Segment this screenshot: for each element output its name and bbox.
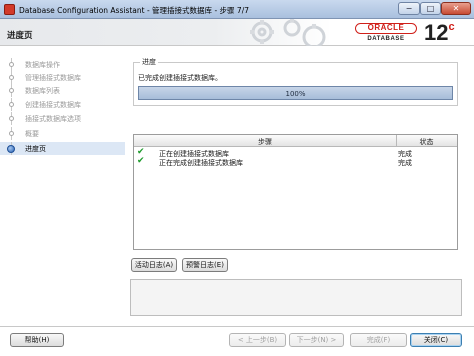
- oracle-database-label: DATABASE: [367, 36, 405, 42]
- page-header: 进度页 ORACLE DATABASE 12c: [0, 19, 474, 46]
- sidebar-item-database-operation[interactable]: 数据库操作: [0, 58, 125, 71]
- close-button[interactable]: 关闭(C): [410, 333, 462, 347]
- table-header: 步骤 状态: [134, 135, 457, 147]
- next-button[interactable]: 下一步(N) >: [289, 333, 344, 347]
- progress-status-text: 已完成创建插接式数据库。: [138, 74, 222, 82]
- sidebar-item-label: 插接式数据库选项: [25, 115, 81, 123]
- footer-divider: [0, 326, 474, 327]
- current-step-icon: [7, 145, 15, 153]
- sidebar-item-label: 进度页: [25, 145, 46, 153]
- details-panel: [130, 279, 462, 316]
- step-cell: 正在完成创建插接式数据库: [159, 159, 243, 167]
- oracle-wordmark: ORACLE: [355, 23, 417, 34]
- step-dot-icon: [9, 62, 14, 67]
- sidebar-item-manage-pdb[interactable]: 管理插接式数据库: [0, 71, 125, 84]
- sidebar-item-progress-page[interactable]: 进度页: [0, 142, 125, 155]
- version-badge: 12c: [424, 20, 455, 46]
- sidebar-item-label: 数据库列表: [25, 87, 60, 95]
- sidebar-item-label: 创建插接式数据库: [25, 101, 81, 109]
- column-header-step[interactable]: 步骤: [134, 137, 396, 147]
- oracle-logo: ORACLE DATABASE: [355, 23, 419, 44]
- sidebar-item-label: 管理插接式数据库: [25, 74, 81, 82]
- app-icon: [4, 4, 15, 15]
- progress-section-title: 进度: [140, 57, 158, 67]
- close-window-button[interactable]: ✕: [441, 2, 471, 15]
- sidebar-item-pdb-options[interactable]: 插接式数据库选项: [0, 112, 125, 125]
- wizard-steps-sidebar: 数据库操作 管理插接式数据库 数据库列表 创建插接式数据库 插接式数据库选项 概…: [0, 47, 125, 323]
- step-dot-icon: [9, 88, 14, 93]
- window-title: Database Configuration Assistant - 管理插接式…: [19, 6, 249, 15]
- help-button[interactable]: 帮助(H): [10, 333, 64, 347]
- sidebar-item-label: 数据库操作: [25, 61, 60, 69]
- steps-table: 步骤 状态 ✔ 正在创建插接式数据库 完成 ✔ 正在完成创建插接式数据库 完成: [133, 134, 458, 250]
- sidebar-item-label: 概要: [25, 130, 39, 138]
- sidebar-item-database-list[interactable]: 数据库列表: [0, 84, 125, 97]
- progress-bar: 100%: [138, 86, 453, 100]
- step-dot-icon: [9, 116, 14, 121]
- check-icon: ✔: [137, 156, 145, 166]
- table-row[interactable]: ✔ 正在创建插接式数据库 完成: [134, 148, 457, 159]
- finish-button[interactable]: 完成(F): [350, 333, 407, 347]
- status-cell: 完成: [398, 159, 412, 167]
- sidebar-item-summary[interactable]: 概要: [0, 127, 125, 140]
- step-dot-icon: [9, 75, 14, 80]
- step-dot-icon: [9, 102, 14, 107]
- column-header-status[interactable]: 状态: [396, 137, 457, 147]
- minimize-button[interactable]: −: [398, 2, 420, 15]
- version-number: 12: [424, 20, 449, 45]
- gears-icon: [250, 19, 326, 46]
- version-suffix: c: [448, 21, 455, 33]
- page-title: 进度页: [7, 31, 33, 41]
- sidebar-item-create-pdb[interactable]: 创建插接式数据库: [0, 98, 125, 111]
- maximize-button[interactable]: □: [420, 2, 441, 15]
- progress-percent: 100%: [285, 90, 306, 98]
- step-dot-icon: [9, 131, 14, 136]
- alert-log-button[interactable]: 预警日志(E): [182, 258, 228, 272]
- activity-log-button[interactable]: 活动日志(A): [131, 258, 177, 272]
- window-titlebar[interactable]: Database Configuration Assistant - 管理插接式…: [0, 0, 474, 19]
- back-button[interactable]: < 上一步(B): [229, 333, 286, 347]
- table-row[interactable]: ✔ 正在完成创建插接式数据库 完成: [134, 156, 457, 168]
